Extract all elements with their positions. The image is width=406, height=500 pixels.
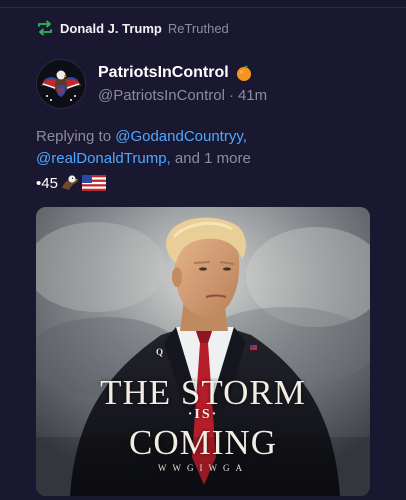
top-divider	[0, 7, 406, 8]
post-timestamp[interactable]: 41m	[238, 87, 267, 104]
reply-suffix[interactable]: and 1 more	[175, 150, 251, 167]
storm-title-line3: COMING	[129, 423, 277, 462]
retruth-header: Donald J. Trump ReTruthed	[36, 17, 229, 39]
storm-tagline: WWGIWGA	[158, 463, 248, 473]
retruth-action-label: ReTruthed	[167, 20, 229, 36]
retruth-user-link[interactable]: Donald J. Trump	[60, 21, 162, 36]
mention-link[interactable]: @GodandCountryy,	[115, 128, 247, 145]
post-media-image[interactable]: Q THE STORM ·IS· COMING WWGIWGA	[36, 207, 370, 496]
orange-emoji-icon	[235, 64, 253, 82]
reply-prefix: Replying to	[36, 128, 112, 145]
retruth-arrows-icon	[36, 19, 54, 37]
author-handle[interactable]: @PatriotsInControl	[98, 87, 225, 104]
post-body: •45	[36, 172, 106, 194]
meta-separator: ·	[228, 87, 234, 104]
post-text: •45	[36, 174, 58, 192]
avatar[interactable]	[36, 59, 86, 109]
reply-context: Replying to @GodandCountryy, @realDonald…	[36, 126, 376, 170]
eagle-emoji-icon	[60, 174, 80, 192]
lapel-q-letter: Q	[156, 347, 165, 357]
mention-link[interactable]: @realDonaldTrump,	[36, 150, 171, 167]
storm-title-line2: ·IS·	[187, 407, 219, 422]
post-author: PatriotsInControl @PatriotsInControl · 4…	[36, 58, 267, 110]
author-display-name[interactable]: PatriotsInControl	[98, 64, 229, 82]
us-flag-emoji-icon	[81, 175, 106, 191]
